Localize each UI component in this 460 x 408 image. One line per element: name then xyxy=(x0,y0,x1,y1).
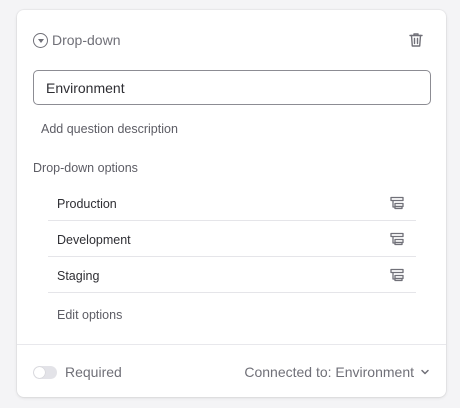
question-type-label: Drop-down xyxy=(52,32,121,48)
branch-icon[interactable] xyxy=(390,232,404,246)
footer-divider xyxy=(17,344,446,345)
option-label: Production xyxy=(57,197,117,211)
edit-options-link[interactable]: Edit options xyxy=(57,308,122,322)
question-type-header: Drop-down xyxy=(33,32,120,48)
add-description-link[interactable]: Add question description xyxy=(41,122,178,136)
chevron-down-icon xyxy=(421,369,429,375)
option-row[interactable]: Development xyxy=(48,221,416,257)
branch-icon[interactable] xyxy=(390,268,404,282)
question-title-input[interactable] xyxy=(33,70,431,105)
branch-icon[interactable] xyxy=(390,196,404,210)
question-card: Drop-down Add question description Drop-… xyxy=(17,10,446,397)
connected-to-dropdown[interactable]: Connected to: Environment xyxy=(244,364,430,380)
dropdown-circle-icon xyxy=(33,32,48,48)
option-row[interactable]: Staging xyxy=(48,257,416,293)
connected-to-label: Connected to: Environment xyxy=(244,364,414,380)
trash-icon[interactable] xyxy=(407,31,425,49)
option-label: Development xyxy=(57,233,131,247)
required-toggle[interactable] xyxy=(33,366,57,379)
options-section-title: Drop-down options xyxy=(33,161,138,175)
required-label: Required xyxy=(65,364,122,380)
toggle-knob xyxy=(34,367,45,378)
options-list: Production Development Staging xyxy=(48,185,416,293)
option-label: Staging xyxy=(57,269,100,283)
option-row[interactable]: Production xyxy=(48,185,416,221)
